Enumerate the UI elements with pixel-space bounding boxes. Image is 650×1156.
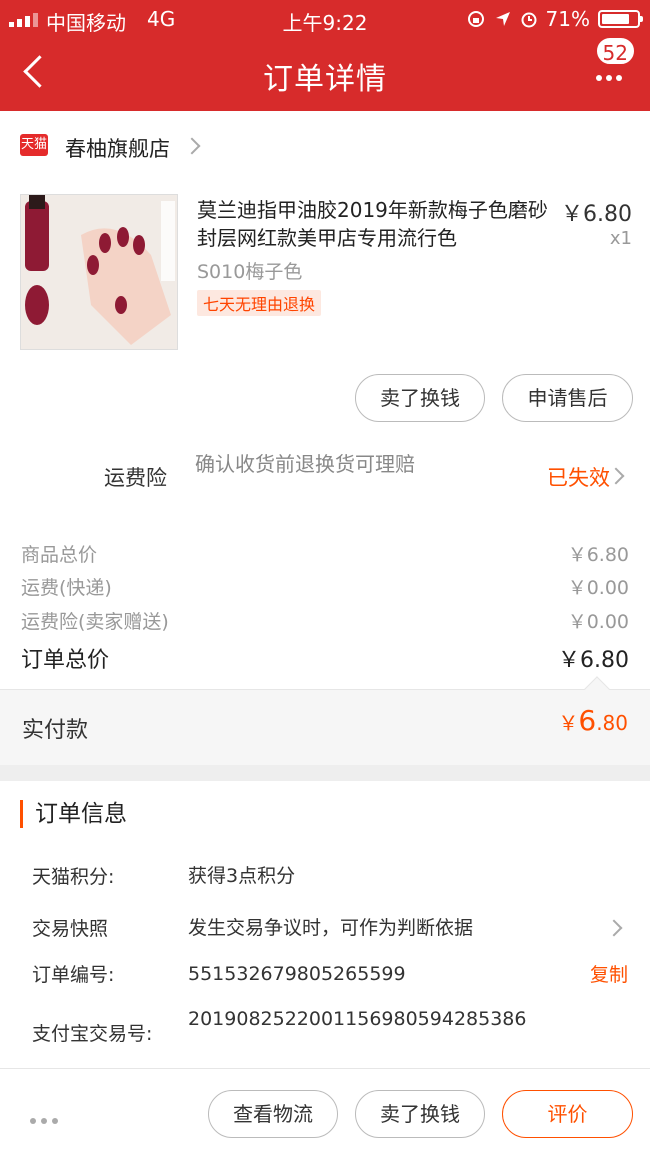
store-row[interactable]: 天猫 春柚旗舰店 xyxy=(0,124,650,168)
bottom-action-bar: 查看物流 卖了换钱 评价 xyxy=(0,1068,650,1156)
summary-row-insurance: 运费险(卖家赠送) ￥0.00 xyxy=(21,607,629,634)
info-key: 订单编号: xyxy=(32,964,115,986)
info-value: 发生交易争议时，可作为判断依据 xyxy=(188,917,474,939)
status-right: 71% xyxy=(466,7,643,31)
order-total-label: 订单总价 xyxy=(21,648,110,673)
order-total-row: 订单总价 ￥6.80 xyxy=(21,642,629,674)
battery-percent: 71% xyxy=(545,7,590,31)
chevron-right-icon xyxy=(605,919,623,937)
info-value: 获得3点积分 xyxy=(188,865,296,887)
location-icon xyxy=(495,12,510,26)
shipping-insurance-label: 运费险 xyxy=(104,466,167,490)
product-quantity: x1 xyxy=(609,228,632,249)
section-divider xyxy=(0,765,650,781)
info-key: 天猫积分: xyxy=(32,866,115,888)
info-key: 交易快照 xyxy=(32,918,109,940)
view-logistics-button[interactable]: 查看物流 xyxy=(208,1090,338,1138)
summary-value: ￥0.00 xyxy=(567,577,629,599)
product-price: ￥6.80 xyxy=(561,202,632,227)
chevron-right-icon xyxy=(607,467,625,485)
summary-label: 运费险(卖家赠送) xyxy=(21,611,169,633)
summary-label: 商品总价 xyxy=(21,544,98,566)
nav-bar: 订单详情 52 xyxy=(0,36,650,111)
battery-icon xyxy=(598,10,643,28)
store-name[interactable]: 春柚旗舰店 xyxy=(65,133,170,163)
info-value: 2019082522001156980594285386 xyxy=(188,1008,527,1030)
more-menu-button[interactable] xyxy=(596,66,632,82)
shipping-insurance-desc: 确认收货前退换货可理赔 xyxy=(195,452,415,476)
more-actions-button[interactable] xyxy=(30,1109,63,1128)
summary-value: ￥6.80 xyxy=(567,544,629,566)
tmall-logo: 天猫 xyxy=(20,134,48,156)
summary-label: 运费(快递) xyxy=(21,577,112,599)
sell-for-cash-button[interactable]: 卖了换钱 xyxy=(355,374,485,422)
paid-currency: ￥ xyxy=(558,711,579,735)
message-count-badge[interactable]: 52 xyxy=(594,36,636,66)
rotation-lock-icon xyxy=(467,11,484,27)
paid-integer: 6 xyxy=(578,704,597,737)
apply-after-sales-button[interactable]: 申请售后 xyxy=(502,374,633,422)
summary-value: ￥0.00 xyxy=(567,611,629,633)
return-policy-tag: 七天无理由退换 xyxy=(197,290,322,316)
summary-row-shipping: 运费(快递) ￥0.00 xyxy=(21,573,629,600)
page-title: 订单详情 xyxy=(263,62,387,97)
copy-button[interactable]: 复制 xyxy=(590,960,628,987)
order-total-value: ￥6.80 xyxy=(558,648,629,673)
shipping-insurance-status[interactable]: 已失效 xyxy=(547,462,610,492)
info-value: 551532679805265599 xyxy=(188,963,406,985)
status-bar: 中国移动 4G 上午9:22 71% xyxy=(0,0,650,36)
paid-decimal: .80 xyxy=(596,711,628,735)
summary-row-goods: 商品总价 ￥6.80 xyxy=(21,540,629,567)
nail-polish-image xyxy=(21,195,177,349)
product-image[interactable] xyxy=(20,194,178,350)
sell-for-cash-bottom-button[interactable]: 卖了换钱 xyxy=(355,1090,485,1138)
product-sku: S010梅子色 xyxy=(197,261,303,283)
alarm-icon xyxy=(521,12,537,28)
paid-amount-row: 实付款 ￥6.80 xyxy=(0,676,650,765)
review-button[interactable]: 评价 xyxy=(502,1090,633,1138)
info-key: 支付宝交易号: xyxy=(32,1023,153,1045)
header: 中国移动 4G 上午9:22 71% 订单详情 52 xyxy=(0,0,650,111)
order-info-title: 订单信息 xyxy=(20,800,127,828)
product-title[interactable]: 莫兰迪指甲油胶2019年新款梅子色磨砂封层网红款美甲店专用流行色 xyxy=(197,196,557,252)
paid-label: 实付款 xyxy=(22,718,89,743)
paid-value: ￥6.80 xyxy=(558,704,628,737)
chevron-right-icon xyxy=(183,137,201,155)
caret-up-icon xyxy=(584,676,610,702)
